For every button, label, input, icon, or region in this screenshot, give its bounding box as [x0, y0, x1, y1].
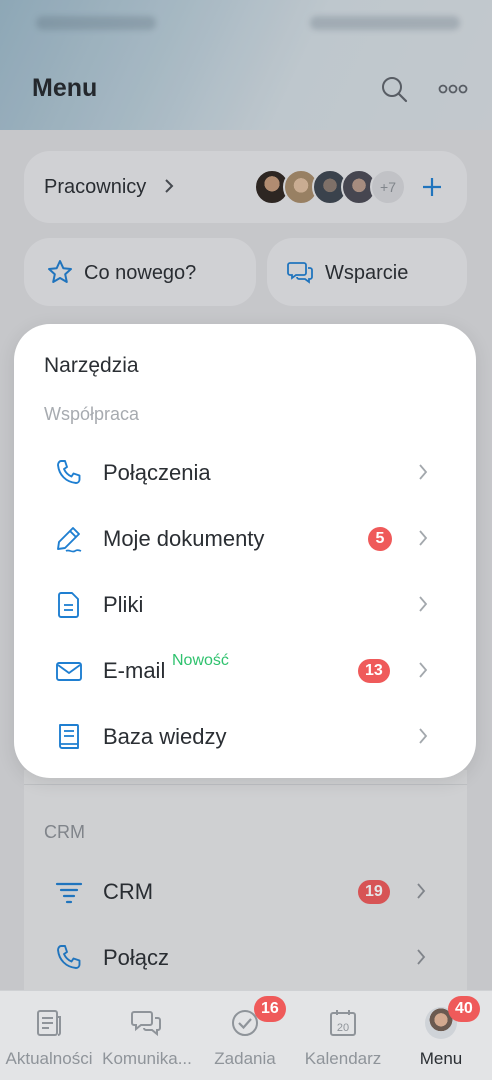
phone-icon — [57, 945, 81, 969]
top-bar: Menu — [0, 60, 492, 116]
chevron-right-icon — [417, 949, 426, 965]
chevron-right-icon — [419, 662, 428, 678]
tab-label: Kalendarz — [304, 1049, 382, 1068]
tab-label: Komunika... — [102, 1049, 192, 1068]
news-feed-icon — [37, 1010, 61, 1036]
calendar-icon: 20 — [330, 1010, 356, 1036]
menu-item-crm[interactable]: CRM 19 — [24, 862, 467, 922]
file-icon — [58, 592, 79, 618]
funnel-icon — [55, 882, 83, 904]
more-icon[interactable] — [436, 72, 470, 106]
menu-item-label: Baza wiedzy — [103, 724, 227, 749]
menu-item-label: Moje dokumenty — [103, 526, 265, 551]
support-button[interactable]: Wsparcie — [267, 238, 467, 306]
divider — [24, 784, 467, 785]
whats-new-label: Co nowego? — [84, 262, 197, 284]
pen-icon — [57, 527, 82, 553]
bottom-tab-bar: Aktualności Komunika... 16 Zadania 20 Ka… — [0, 990, 492, 1080]
email-badge: 13 — [358, 659, 390, 683]
chevron-right-icon — [417, 883, 426, 899]
chevron-right-icon — [419, 728, 428, 744]
chevron-right-icon — [165, 179, 174, 193]
chat-icon — [287, 262, 313, 284]
menu-item-my-documents[interactable]: Moje dokumenty 5 — [14, 508, 476, 570]
menu-item-files[interactable]: Pliki — [14, 574, 476, 636]
menu-item-label: Połącz — [103, 945, 170, 970]
book-icon — [59, 724, 79, 749]
tasks-badge: 16 — [254, 996, 286, 1022]
menu-item-label: Połączenia — [103, 460, 211, 485]
crm-section: CRM CRM 19 Połącz — [24, 770, 467, 1020]
menu-item-label: E-mail — [103, 658, 166, 683]
svg-text:20: 20 — [337, 1022, 349, 1034]
phone-icon — [57, 460, 81, 484]
tab-messenger[interactable]: Komunika... — [98, 991, 196, 1080]
workers-card[interactable]: Pracownicy +7 — [24, 151, 467, 223]
menu-item-calls[interactable]: Połączenia — [14, 442, 476, 504]
search-icon[interactable] — [377, 72, 411, 106]
chevron-right-icon — [419, 464, 428, 480]
documents-badge: 5 — [368, 527, 392, 551]
workers-extra-count: +7 — [370, 169, 406, 205]
menu-badge: 40 — [448, 996, 480, 1022]
menu-item-connect[interactable]: Połącz — [24, 928, 467, 988]
tab-label: Menu — [419, 1049, 463, 1068]
tab-news[interactable]: Aktualności — [0, 991, 98, 1080]
add-worker-button[interactable] — [414, 169, 450, 205]
menu-item-knowledge-base[interactable]: Baza wiedzy — [14, 706, 476, 768]
tab-menu[interactable]: 40 Menu — [392, 991, 490, 1080]
page-title: Menu — [32, 74, 98, 102]
new-tag: Nowość — [172, 652, 229, 669]
tools-heading: Narzędzia — [44, 354, 139, 377]
chevron-right-icon — [419, 596, 428, 612]
tab-label: Zadania — [214, 1049, 276, 1068]
menu-item-label: CRM — [103, 879, 154, 904]
support-label: Wsparcie — [325, 262, 409, 284]
crm-badge: 19 — [358, 880, 390, 904]
status-bar — [0, 0, 492, 44]
tab-tasks[interactable]: 16 Zadania — [196, 991, 294, 1080]
crm-section-title: CRM — [44, 822, 85, 842]
tools-panel: Narzędzia Współpraca Połączenia Moje dok… — [14, 324, 476, 778]
tab-label: Aktualności — [5, 1049, 93, 1068]
tab-calendar[interactable]: 20 Kalendarz — [294, 991, 392, 1080]
chevron-right-icon — [419, 530, 428, 546]
mail-icon — [56, 662, 82, 681]
whats-new-button[interactable]: Co nowego? — [24, 238, 256, 306]
collaboration-section-title: Współpraca — [44, 404, 140, 424]
chat-icon — [131, 1011, 161, 1037]
menu-item-label: Pliki — [103, 592, 144, 617]
plus-icon — [423, 178, 441, 196]
menu-item-email[interactable]: E-mail Nowość 13 — [14, 640, 476, 702]
workers-label: Pracownicy — [44, 176, 147, 198]
star-icon — [48, 260, 72, 283]
